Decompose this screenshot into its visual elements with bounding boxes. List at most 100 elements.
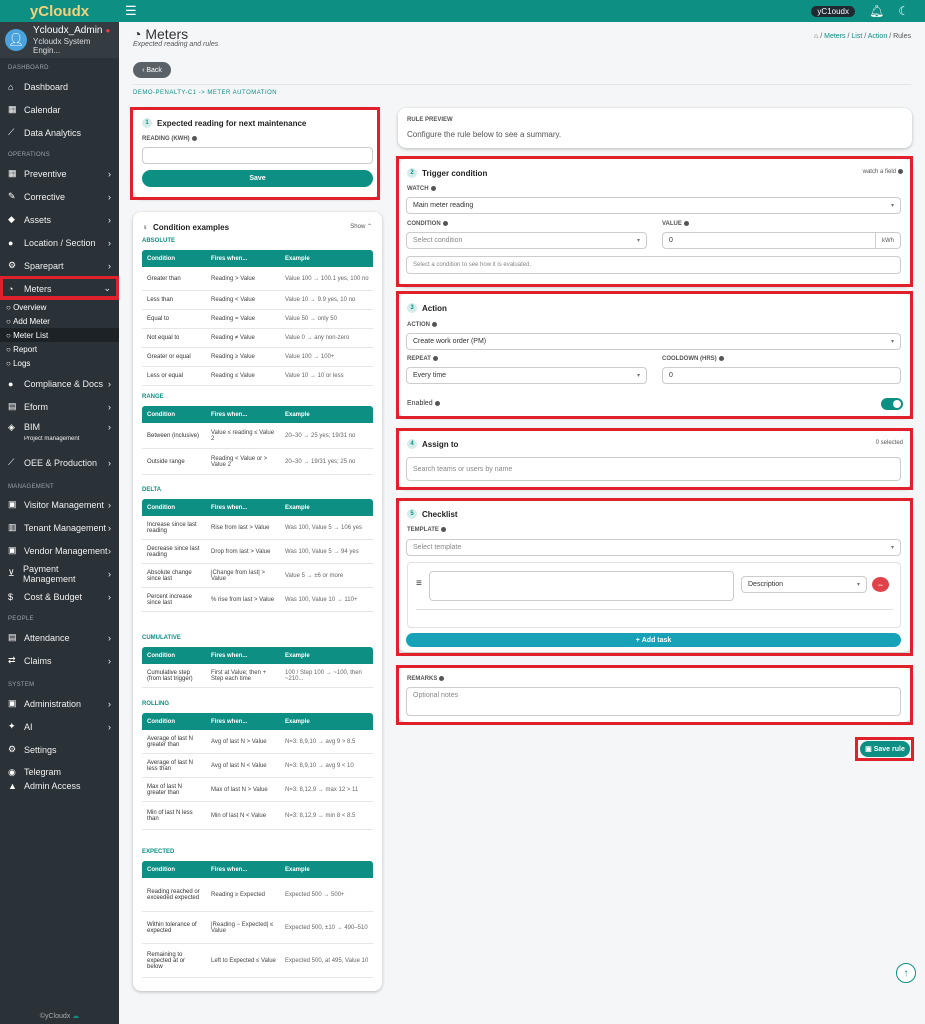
page-subtitle: Expected reading and rules xyxy=(133,41,219,48)
sidebar: 👤︎ Ycloudx_Admin ● Ycloudx System Engin..… xyxy=(0,22,119,1024)
column-header: Fires when... xyxy=(211,866,248,873)
table-cell: Outside range xyxy=(147,458,185,465)
table-row: Average of last N greater than Avg of las… xyxy=(142,730,373,754)
sidebar-item-preventive[interactable]: ▦ Preventive › xyxy=(0,162,119,185)
sidebar-item-sparepart[interactable]: ⚙ Sparepart › xyxy=(0,254,119,277)
column-header: Condition xyxy=(147,652,175,659)
highlight-box xyxy=(396,156,913,287)
sidebar-item-dashboard[interactable]: ⌂ Dashboard xyxy=(0,75,119,98)
sidebar-item-vendor[interactable]: ▣ Vendor Management › xyxy=(0,539,119,562)
breadcrumb-meters[interactable]: Meters xyxy=(824,33,845,40)
meters-sub-report[interactable]: ○ Report xyxy=(0,342,119,356)
table-cell: |Change from last| > Value xyxy=(211,569,265,582)
preview-text: Configure the rule below to see a summar… xyxy=(407,130,562,139)
table-cell: Increase since last reading xyxy=(147,521,197,534)
highlight-box xyxy=(396,291,913,419)
chevron-right-icon: › xyxy=(108,568,111,579)
table-row: Decrease since last reading Drop from las… xyxy=(142,540,373,564)
chevron-right-icon: › xyxy=(108,721,111,732)
sidebar-item-claims[interactable]: ⇄ Claims › xyxy=(0,649,119,672)
chevron-right-icon: › xyxy=(108,698,111,709)
meters-sub-overview[interactable]: ○ Overview xyxy=(0,300,119,314)
table-cell: Between (inclusive) xyxy=(147,432,200,439)
column-header: Fires when... xyxy=(211,718,248,725)
column-header: Fires when... xyxy=(211,652,248,659)
home-icon[interactable]: ⌂ xyxy=(814,33,818,40)
table-row: Not equal to Reading ≠ Value Value 0 → any… xyxy=(142,329,373,348)
sidebar-item-compliance[interactable]: ● Compliance & Docs › xyxy=(0,372,119,395)
sidebar-item-corrective[interactable]: ✎ Corrective › xyxy=(0,185,119,208)
chevron-right-icon: › xyxy=(108,260,111,271)
cube-icon: ◈ xyxy=(8,421,15,432)
sidebar-item-ai[interactable]: ✦ AI › xyxy=(0,715,119,738)
lightbulb-icon: ♀ xyxy=(142,223,148,232)
status-dot-icon: ● xyxy=(105,26,111,36)
id-card-icon: ▣ xyxy=(8,499,17,509)
sidebar-item-telegram[interactable]: ◉ Telegram xyxy=(0,765,119,779)
brand-logo[interactable]: yCloudx xyxy=(0,0,119,22)
table-cell: Was 100, Value 5 → 94 yes xyxy=(285,548,359,555)
breadcrumb-action[interactable]: Action xyxy=(868,33,887,40)
user-profile[interactable]: 👤︎ Ycloudx_Admin ● Ycloudx System Engin..… xyxy=(0,22,119,58)
sidebar-item-oee[interactable]: ⟋ OEE & Production › xyxy=(0,451,119,474)
table-row: Between (inclusive) Value ≤ reading ≤ Val… xyxy=(142,423,373,449)
sidebar-item-settings[interactable]: ⚙ Settings xyxy=(0,738,119,761)
meters-sub-add[interactable]: ○ Add Meter xyxy=(0,314,119,328)
sidebar-item-analytics[interactable]: ⟋ Data Analytics xyxy=(0,121,119,144)
home-icon: ⌂ xyxy=(8,81,14,92)
theme-icon[interactable]: ☾ xyxy=(898,4,909,18)
table-cell: N=3: 8,12,9 → min 8 < 8.5 xyxy=(285,812,356,819)
sidebar-item-eform[interactable]: ▤ Eform › xyxy=(0,395,119,418)
table-cell: Less or equal xyxy=(147,373,184,379)
scroll-top-button[interactable]: ↑ xyxy=(896,963,916,983)
breadcrumb-rules: Rules xyxy=(893,33,911,40)
clipboard-icon: ▤ xyxy=(8,632,17,642)
sidebar-item-administration[interactable]: ▣ Administration › xyxy=(0,692,119,715)
table-cell: N=3: 8,12,9 → max 12 > 11 xyxy=(285,786,359,793)
sidebar-item-visitor[interactable]: ▣ Visitor Management › xyxy=(0,493,119,516)
column-header: Example xyxy=(285,652,310,659)
table-header: Condition Fires when... Example xyxy=(142,713,373,730)
meters-sub-logs[interactable]: ○ Logs xyxy=(0,356,119,370)
sidebar-item-calendar[interactable]: ▦ Calendar xyxy=(0,98,119,121)
sidebar-item-assets[interactable]: ◆ Assets › xyxy=(0,208,119,231)
sidebar-item-bim[interactable]: ◈ BIM › xyxy=(0,418,119,436)
sidebar-item-location[interactable]: ● Location / Section › xyxy=(0,231,119,254)
table-cell: Reading ≠ Value xyxy=(211,335,255,341)
sidebar-item-cost[interactable]: $ Cost & Budget › xyxy=(0,585,119,608)
table-cell: Reading ≥ Expected xyxy=(211,891,265,898)
table-row: Increase since last reading Rise from las… xyxy=(142,516,373,540)
table-header: Condition Fires when... Example xyxy=(142,647,373,664)
column-header: Example xyxy=(285,718,310,725)
section-system: SYSTEM xyxy=(8,682,35,688)
bell-icon[interactable]: 🔔︎ xyxy=(869,4,884,18)
chevron-right-icon: › xyxy=(108,545,111,556)
sidebar-item-payment[interactable]: ⊻ Payment Management › xyxy=(0,562,119,585)
breadcrumb-list[interactable]: List xyxy=(851,33,862,40)
sidebar-item-tenant[interactable]: ▥ Tenant Management › xyxy=(0,516,119,539)
table-header: Condition Fires when... Example xyxy=(142,250,373,267)
chevron-right-icon: › xyxy=(108,591,111,602)
highlight-box xyxy=(396,498,913,656)
chevron-right-icon: › xyxy=(108,499,111,510)
examples-toggle[interactable]: Show ⌃ xyxy=(350,223,372,230)
chevron-right-icon: › xyxy=(108,237,111,248)
table-cell: Min of last N < Value xyxy=(211,812,267,819)
meters-sub-list[interactable]: ○ Meter List xyxy=(0,328,119,342)
sidebar-item-attendance[interactable]: ▤ Attendance › xyxy=(0,626,119,649)
table-cell: Average of last N greater than xyxy=(147,735,193,748)
rule-preview-card: RULE PREVIEW Configure the rule below to… xyxy=(398,108,912,148)
table-cell: Decrease since last reading xyxy=(147,545,200,558)
table-cell: N=3: 8,9,10 → avg 9 > 8.5 xyxy=(285,738,356,745)
table-row: Within tolerance of expected |Reading − E… xyxy=(142,912,373,944)
sidebar-item-project[interactable]: Project management xyxy=(0,436,119,442)
table-row: Equal to Reading = Value Value 50 → only 5… xyxy=(142,310,373,329)
table-cell: Value 50 → only 50 xyxy=(285,316,337,322)
table-cell: Value 100 → 100+ xyxy=(285,354,335,360)
sidebar-item-admin-access[interactable]: ▲ Admin Access xyxy=(0,779,119,793)
menu-toggle-icon[interactable]: ☰ xyxy=(125,3,137,19)
table-cell: 20–30 → 19/31 yes; 25 no xyxy=(285,458,356,465)
table-row: Average of last N less than Avg of last N… xyxy=(142,754,373,778)
back-button[interactable]: ‹ Back xyxy=(133,62,171,78)
tenant-badge[interactable]: yC1oudx xyxy=(811,5,855,17)
